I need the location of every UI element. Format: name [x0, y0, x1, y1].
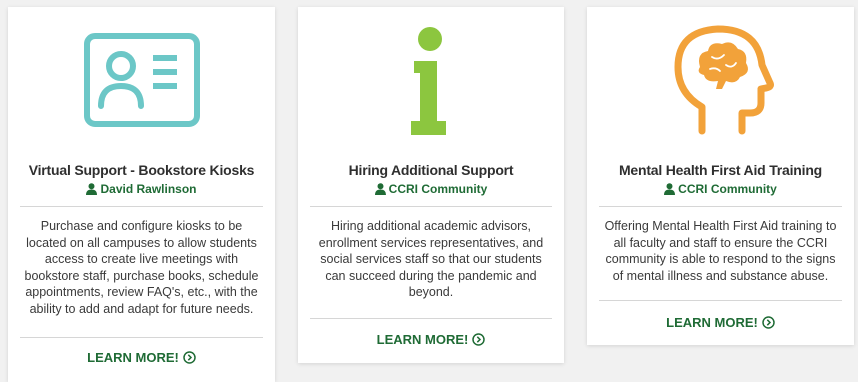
card-author: David Rawlinson [8, 182, 275, 196]
card-description: Purchase and configure kiosks to be loca… [24, 219, 259, 316]
user-icon [374, 183, 386, 195]
learn-more-link[interactable]: LEARN MORE! [298, 332, 564, 347]
divider [20, 206, 263, 207]
card-author-name: CCRI Community [388, 182, 488, 196]
card-author-name: CCRI Community [678, 182, 777, 196]
chevron-right-circle-icon [762, 316, 775, 329]
brain-head-icon [674, 25, 774, 135]
learn-more-link[interactable]: LEARN MORE! [8, 350, 275, 365]
learn-more-label: LEARN MORE! [87, 350, 179, 365]
divider [599, 206, 842, 207]
card-description: Hiring additional academic advisors, enr… [318, 219, 544, 299]
cards-row: Virtual Support - Bookstore Kiosks David… [0, 0, 858, 382]
learn-more-label: LEARN MORE! [376, 332, 469, 347]
user-icon [664, 183, 676, 195]
card-author: CCRI Community [298, 182, 564, 196]
learn-more-link[interactable]: LEARN MORE! [587, 315, 854, 330]
id-card-icon [83, 33, 200, 127]
card-title: Virtual Support - Bookstore Kiosks [28, 162, 255, 178]
chevron-right-circle-icon [183, 351, 196, 364]
card-description: Offering Mental Health First Aid trainin… [604, 219, 837, 283]
card-hiring-support: Hiring Additional Support CCRI Community… [298, 7, 564, 363]
divider [599, 300, 842, 301]
info-icon [411, 27, 446, 135]
user-icon [86, 183, 98, 195]
divider [310, 206, 552, 207]
card-author-name: David Rawlinson [100, 182, 197, 196]
chevron-right-circle-icon [472, 333, 486, 346]
card-title: Hiring Additional Support [348, 162, 514, 178]
learn-more-label: LEARN MORE! [666, 315, 758, 330]
divider [310, 318, 552, 319]
card-title: Mental Health First Aid Training [618, 162, 823, 178]
card-bookstore-kiosks: Virtual Support - Bookstore Kiosks David… [8, 7, 275, 382]
card-mental-health-training: Mental Health First Aid Training CCRI Co… [587, 7, 854, 345]
card-author: CCRI Community [587, 182, 854, 196]
divider [20, 337, 263, 338]
